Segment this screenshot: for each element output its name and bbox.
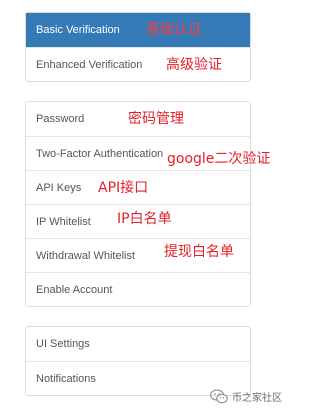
watermark-text: 币之家社区 (232, 393, 282, 404)
menu-item-label: Password (36, 113, 85, 125)
annotation-text: 高级验证 (166, 57, 222, 73)
menu-item-label: Two-Factor Authentication (36, 148, 164, 160)
menu-item-two-factor-authentication[interactable]: Two-Factor Authentication google二次验证 (26, 136, 270, 170)
menu-item-label: UI Settings (36, 338, 90, 350)
wechat-icon (210, 389, 228, 404)
annotation-text: API接口 (98, 180, 149, 196)
annotation-text: 提现白名单 (164, 244, 234, 260)
menu-item-label: Enable Account (36, 284, 113, 296)
menu-item-label: Enhanced Verification (36, 59, 143, 71)
menu-item-label: IP Whitelist (36, 216, 91, 228)
menu-group-verification: Basic Verification 基础认证 Enhanced Verific… (25, 12, 251, 82)
menu-item-api-keys[interactable]: API Keys API接口 (26, 170, 250, 204)
annotation-text: 基础认证 (146, 22, 202, 38)
menu-item-label: Withdrawal Whitelist (36, 250, 136, 262)
menu-item-label: API Keys (36, 182, 82, 194)
menu-item-enhanced-verification[interactable]: Enhanced Verification 高级验证 (26, 47, 250, 81)
menu-group-settings: UI Settings Notifications (25, 326, 251, 396)
menu-item-label: Basic Verification (36, 24, 120, 36)
menu-item-basic-verification[interactable]: Basic Verification 基础认证 (26, 13, 250, 47)
menu-item-label: Notifications (36, 373, 96, 385)
menu-item-withdrawal-whitelist[interactable]: Withdrawal Whitelist 提现白名单 (26, 238, 250, 272)
annotation-text: 密码管理 (128, 111, 184, 127)
menu-item-password[interactable]: Password 密码管理 (26, 102, 250, 136)
menu-item-ui-settings[interactable]: UI Settings (26, 327, 250, 361)
menu-group-security: Password 密码管理 Two-Factor Authentication … (25, 101, 270, 307)
menu-item-enable-account[interactable]: Enable Account (26, 272, 250, 306)
menu-item-ip-whitelist[interactable]: IP Whitelist IP白名单 (26, 204, 250, 238)
annotation-text: IP白名单 (117, 211, 172, 227)
watermark: 币之家社区 (210, 389, 282, 404)
